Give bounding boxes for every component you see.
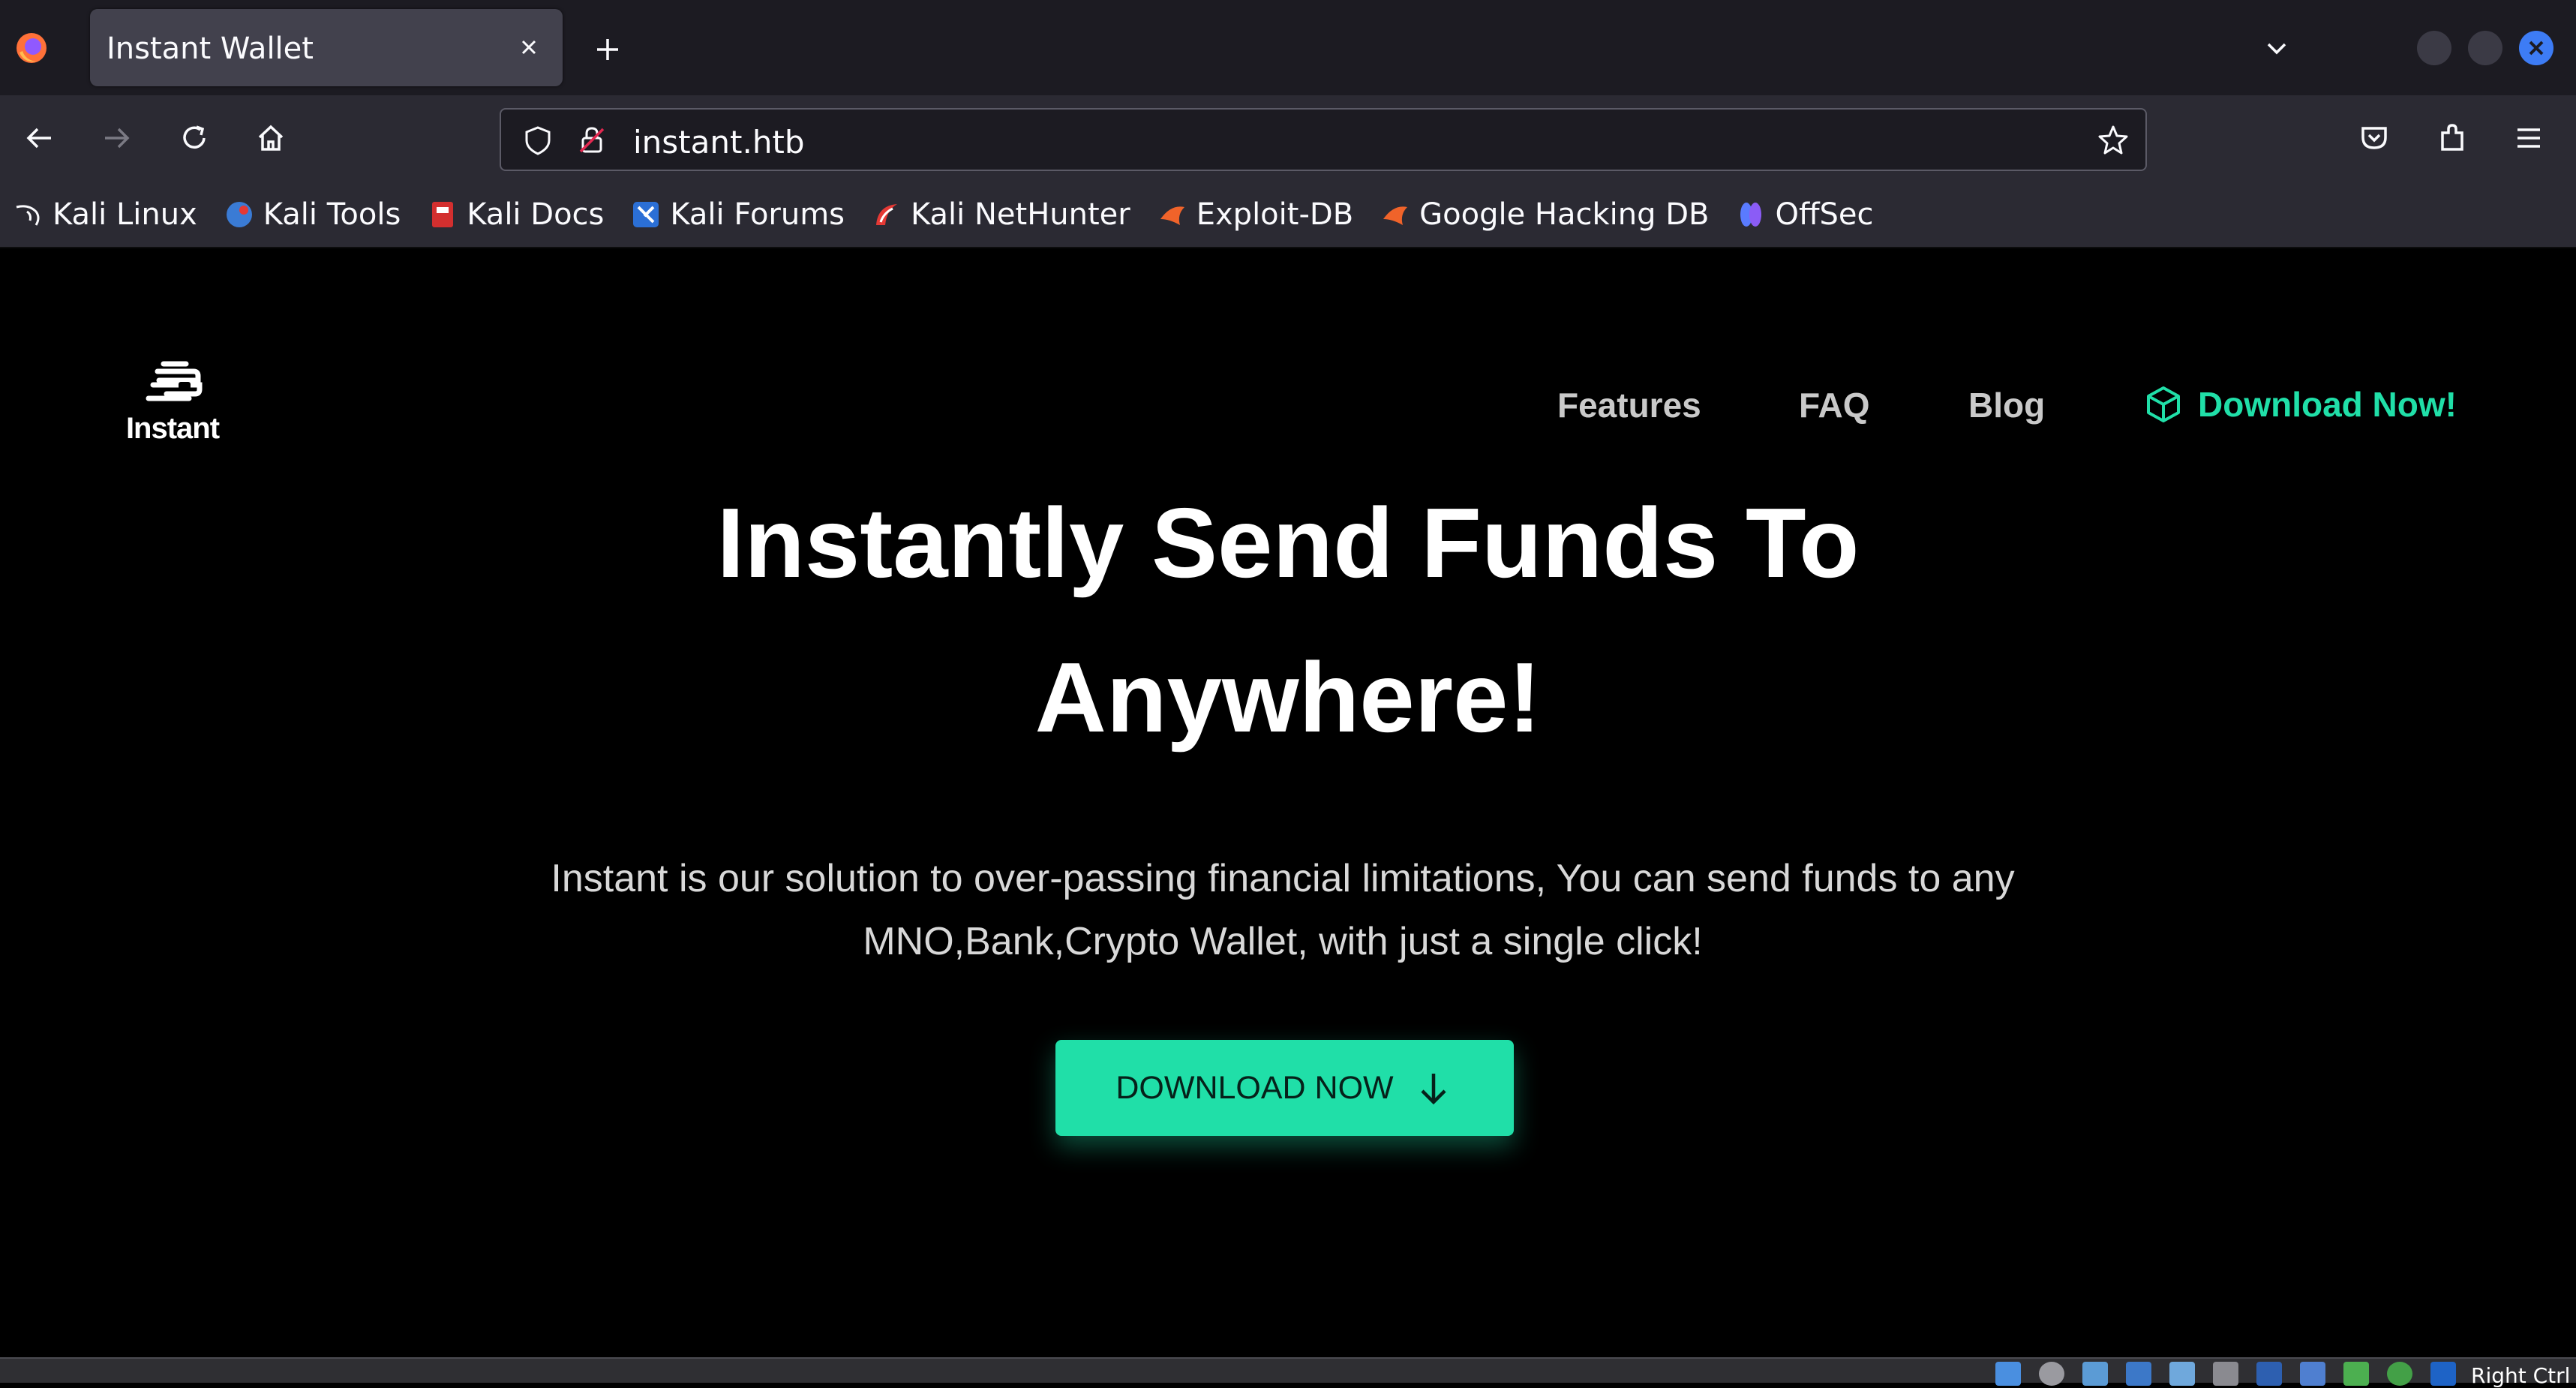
download-now-button-label: DOWNLOAD NOW: [1115, 1069, 1394, 1106]
home-icon[interactable]: [251, 118, 291, 158]
browser-tab-bar: Instant Wallet: [0, 0, 2576, 95]
bookmark-kali-nethunter[interactable]: Kali NetHunter: [872, 197, 1130, 232]
vm-tray-icons: [1995, 1362, 2474, 1386]
display-icon[interactable]: [2256, 1362, 2282, 1386]
hero-subtitle-line-2: MNO,Bank,Crypto Wallet, with just a sing…: [863, 920, 1703, 963]
kali-forums-icon: [633, 202, 659, 227]
hero-title-line-1: Instantly Send Funds To: [716, 488, 1860, 598]
bookmark-star-icon[interactable]: [2094, 122, 2132, 159]
bookmark-offsec[interactable]: OffSec: [1736, 197, 1874, 232]
back-arrow-icon[interactable]: [20, 118, 60, 158]
nav-download-label: Download Now!: [2198, 385, 2457, 424]
tracking-protection-shield-icon[interactable]: [519, 122, 557, 159]
guest-additions-icon[interactable]: [2387, 1362, 2412, 1386]
bookmark-exploit-db[interactable]: Exploit-DB: [1157, 197, 1353, 232]
close-window-button[interactable]: [2519, 31, 2553, 65]
firefox-logo-icon[interactable]: [14, 30, 50, 66]
bookmark-google-hacking-db[interactable]: Google Hacking DB: [1380, 197, 1709, 232]
hamburger-menu-icon[interactable]: [2508, 118, 2549, 158]
minimize-window-button[interactable]: [2417, 31, 2451, 65]
nav-link-features[interactable]: Features: [1557, 385, 1701, 425]
hard-disk-icon[interactable]: [1995, 1362, 2021, 1386]
offsec-icon: [1740, 203, 1762, 227]
nav-download-now-link[interactable]: Download Now!: [2142, 383, 2457, 425]
ghdb-icon: [1383, 206, 1408, 225]
close-tab-icon[interactable]: [512, 30, 546, 65]
bookmark-kali-tools[interactable]: Kali Tools: [224, 197, 401, 232]
extensions-puzzle-icon[interactable]: [2432, 118, 2472, 158]
instant-logo-icon: [146, 361, 203, 401]
cpu-activity-icon[interactable]: [2343, 1362, 2369, 1386]
webpage-viewport: Instant Features FAQ Blog Download Now! …: [0, 248, 2576, 1357]
audio-icon[interactable]: [2082, 1362, 2108, 1386]
mouse-integration-icon[interactable]: [2430, 1362, 2456, 1386]
kali-nethunter-icon: [876, 204, 898, 225]
download-now-button[interactable]: DOWNLOAD NOW: [1055, 1040, 1514, 1136]
logo-text: Instant: [125, 412, 220, 445]
vm-status-bar: Right Ctrl: [0, 1357, 2576, 1388]
nav-link-blog[interactable]: Blog: [1968, 385, 2045, 425]
usb-icon[interactable]: [2169, 1362, 2195, 1386]
hero-subtitle: Instant is our solution to over-passing …: [465, 847, 2100, 973]
optical-drive-icon[interactable]: [2039, 1362, 2064, 1386]
host-key-label: Right Ctrl: [2471, 1363, 2571, 1388]
bookmark-kali-linux[interactable]: Kali Linux: [14, 197, 197, 232]
pocket-icon[interactable]: [2354, 118, 2394, 158]
kali-tools-icon: [226, 202, 252, 227]
browser-nav-bar: instant.htb: [0, 95, 2576, 182]
address-bar[interactable]: instant.htb: [500, 108, 2147, 171]
hero-subtitle-line-1: Instant is our solution to over-passing …: [551, 857, 2015, 900]
hero-title: Instantly Send Funds To Anywhere!: [0, 466, 2576, 775]
active-tab[interactable]: Instant Wallet: [90, 9, 563, 86]
shared-folders-icon[interactable]: [2213, 1362, 2238, 1386]
arrow-down-icon: [1421, 1074, 1446, 1105]
site-logo[interactable]: Instant: [120, 359, 225, 472]
cube-box-icon: [2147, 386, 2180, 422]
close-icon: [2529, 41, 2544, 56]
kali-dragon-icon: [16, 205, 40, 226]
bookmark-kali-forums[interactable]: Kali Forums: [631, 197, 845, 232]
list-all-tabs-chevron-icon[interactable]: [2259, 32, 2294, 66]
bookmarks-toolbar: Kali Linux Kali Tools Kali Docs Kali For…: [0, 182, 2576, 248]
exploit-db-icon: [1160, 206, 1184, 225]
new-tab-plus-icon[interactable]: [590, 32, 626, 68]
recording-icon[interactable]: [2300, 1362, 2325, 1386]
network-icon[interactable]: [2126, 1362, 2151, 1386]
nav-link-faq[interactable]: FAQ: [1799, 385, 1870, 425]
bookmark-kali-docs[interactable]: Kali Docs: [428, 197, 604, 232]
maximize-window-button[interactable]: [2468, 31, 2502, 65]
kali-docs-icon: [432, 202, 454, 227]
reload-icon[interactable]: [174, 118, 215, 158]
tab-title: Instant Wallet: [107, 32, 314, 66]
forward-arrow-icon[interactable]: [96, 118, 137, 158]
insecure-lock-icon[interactable]: [573, 122, 611, 159]
hero-title-line-2: Anywhere!: [1034, 642, 1542, 753]
url-text: instant.htb: [633, 124, 805, 161]
